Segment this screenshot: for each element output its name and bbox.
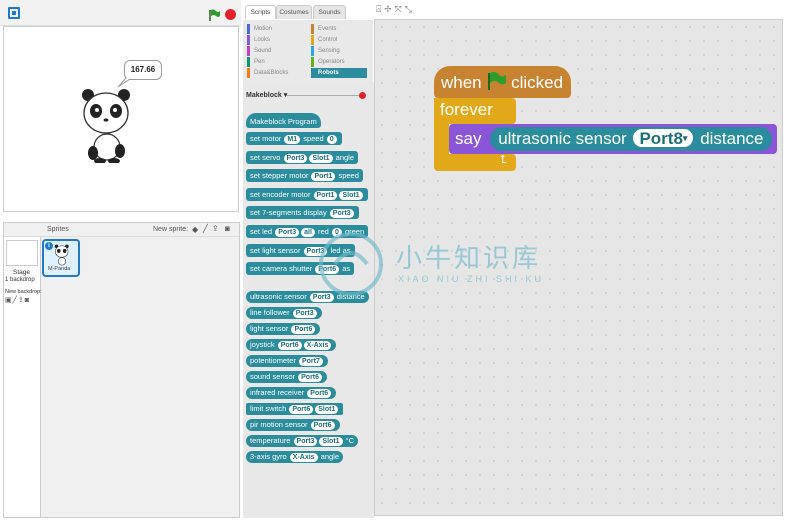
block-pir-motion-sensor[interactable]: pir motion sensor Port6 — [246, 419, 340, 431]
edit-toolbar: ⍓✢⤧⤡ — [376, 4, 415, 18]
stop-icon[interactable] — [225, 9, 236, 20]
brush-icon[interactable]: ╱ — [203, 224, 208, 233]
category-pen[interactable]: Pen — [247, 57, 303, 67]
block-set-motor[interactable]: set motor M1 speed 0 — [246, 132, 342, 145]
category-operators[interactable]: Operators — [311, 57, 367, 67]
category-motion[interactable]: Motion — [247, 24, 303, 34]
block-joystick[interactable]: joystick Port6 X-Axis — [246, 339, 337, 351]
category-control[interactable]: Control — [311, 35, 367, 45]
port-dropdown[interactable]: Port8▾ — [633, 129, 694, 148]
stage-thumbnail[interactable] — [6, 240, 38, 266]
stage-label: Stage — [13, 269, 30, 276]
grow-icon[interactable]: ⤧ — [394, 4, 404, 14]
block-potentiometer[interactable]: potentiometer Port7 — [246, 355, 328, 367]
sprite-tile-m-panda[interactable]: i M-Panda — [42, 239, 80, 277]
loop-arrow-icon: ⮤ — [500, 154, 507, 166]
delete-icon[interactable]: ✢ — [384, 4, 394, 14]
category-events[interactable]: Events — [311, 24, 367, 34]
block-infrared-receiver[interactable]: infrared receiver Port6 — [246, 387, 337, 399]
new-sprite-label: New sprite: — [153, 226, 189, 233]
block-light-sensor[interactable]: light sensor Port6 — [246, 323, 321, 335]
block-line-follower[interactable]: line follower Port3 — [246, 307, 322, 319]
green-flag-icon — [488, 71, 507, 90]
block-set-encoder[interactable]: set encoder motor Port1 Slot1 — [246, 188, 368, 201]
category-robots[interactable]: Robots — [311, 68, 367, 78]
tab-costumes[interactable]: Costumes — [276, 5, 312, 19]
forever-block-arm — [434, 124, 449, 154]
panda-sprite[interactable] — [78, 87, 136, 163]
editor-tabs: Scripts Costumes Sounds — [243, 0, 373, 20]
paint-sprite-icon[interactable]: ◆ — [192, 225, 198, 234]
block-categories: Motion Looks Sound Pen Data&Blocks Event… — [243, 20, 373, 82]
tab-sounds[interactable]: Sounds — [313, 5, 346, 19]
connection-status-icon — [359, 92, 366, 99]
block-set-stepper[interactable]: set stepper motor Port1 speed — [246, 169, 363, 182]
block-sound-sensor[interactable]: sound sensor Port6 — [246, 371, 328, 383]
watermark-logo — [319, 232, 383, 296]
category-data[interactable]: Data&Blocks — [247, 68, 303, 78]
upload-sprite-icon[interactable]: ⇪ — [212, 224, 219, 233]
sprites-header: Sprites — [47, 226, 69, 233]
block-set-7-segments[interactable]: set 7-segments display Port3 — [246, 206, 359, 219]
forever-block-foot: ⮤ — [434, 154, 516, 171]
forever-block[interactable]: forever — [434, 98, 516, 124]
watermark-title: 小牛知识库 — [396, 243, 542, 273]
shrink-icon[interactable]: ⤡ — [405, 4, 415, 14]
watermark-subtitle: XIAO NIU ZHI SHI KU — [398, 274, 545, 284]
when-flag-clicked-block[interactable]: when clicked — [434, 66, 571, 98]
stage-header — [0, 0, 241, 26]
dropdown-arrow-icon: ▾ — [682, 133, 688, 143]
green-flag-icon[interactable] — [209, 8, 220, 21]
block-limit-switch[interactable]: limit switch Port6 Slot1 — [246, 403, 344, 415]
info-icon[interactable]: i — [45, 242, 53, 250]
backdrop-tools-icons[interactable]: ▣╱⇪◙ — [5, 296, 30, 304]
extension-divider — [287, 95, 359, 96]
category-sensing[interactable]: Sensing — [311, 46, 367, 56]
tab-scripts[interactable]: Scripts — [245, 5, 276, 19]
block-makeblock-program[interactable]: Makeblock Program — [246, 113, 321, 128]
sprite-name: M-Panda — [48, 266, 71, 272]
sprite-pane: Sprites New sprite: ◆ ╱ ⇪ ◙ Stage 1 back… — [3, 222, 240, 518]
fullscreen-icon[interactable] — [8, 7, 20, 19]
category-sound[interactable]: Sound — [247, 46, 303, 56]
camera-icon[interactable]: ◙ — [225, 224, 230, 233]
scripts-area[interactable]: 小牛知识库 XIAO NIU ZHI SHI KU when clicked f… — [319, 19, 783, 516]
extension-label[interactable]: Makeblock ▾ — [246, 91, 287, 99]
ultrasonic-sensor-reporter[interactable]: ultrasonic sensor Port8▾ distance — [490, 127, 772, 151]
say-block[interactable]: say ultrasonic sensor Port8▾ distance — [449, 124, 777, 154]
block-temperature[interactable]: temperature Port3 Slot1 °C — [246, 435, 359, 447]
block-set-servo[interactable]: set servo Port3 Slot1 angle — [246, 151, 359, 164]
new-backdrop-label: New backdrop: — [5, 289, 42, 295]
backdrop-count: 1 backdrop — [5, 277, 35, 283]
block-3-axis-gyro[interactable]: 3-axis gyro X-Axis angle — [246, 451, 344, 463]
category-looks[interactable]: Looks — [247, 35, 303, 45]
stage[interactable]: 167.66 — [3, 26, 239, 212]
